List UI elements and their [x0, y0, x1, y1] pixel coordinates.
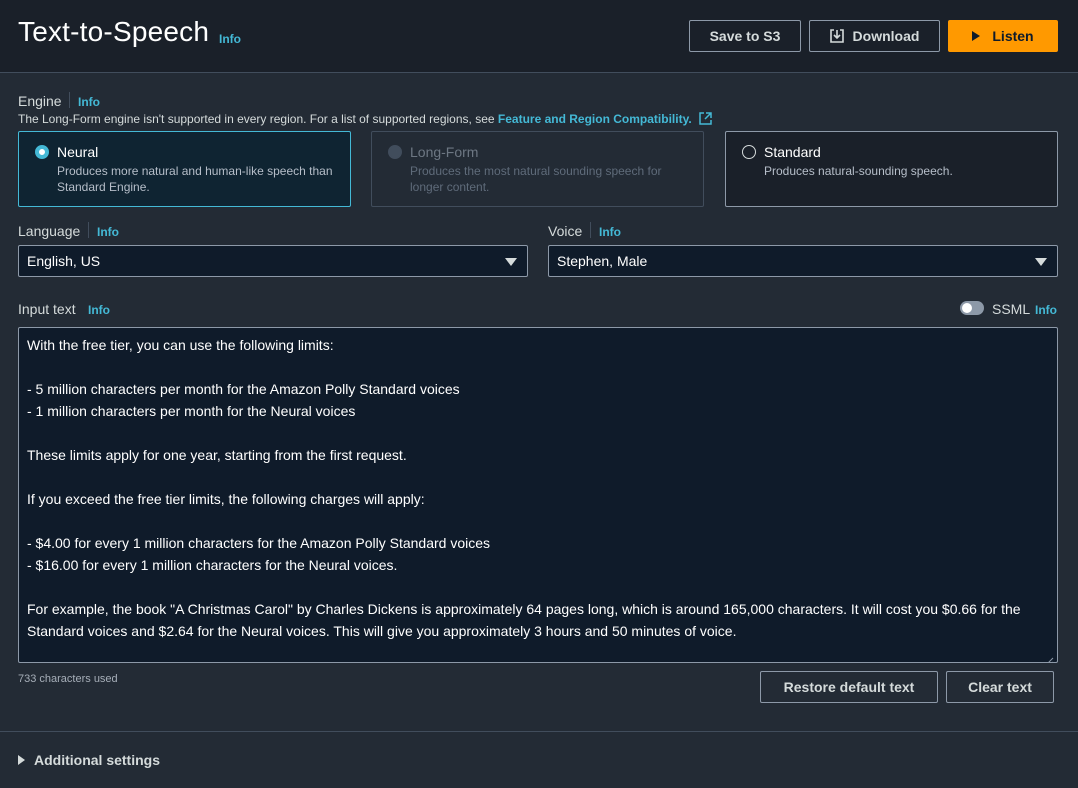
input-text-line: [27, 510, 1049, 532]
engine-option-title: Long-Form: [410, 144, 479, 160]
caret-down-icon: [505, 258, 517, 266]
save-to-s3-button[interactable]: Save to S3: [689, 20, 801, 52]
engine-option-standard[interactable]: Standard Produces natural-sounding speec…: [725, 131, 1058, 207]
restore-default-text-button[interactable]: Restore default text: [760, 671, 938, 703]
character-count: 733 characters used: [18, 673, 118, 685]
input-text-line: [27, 356, 1049, 378]
radio-long-form: [388, 145, 402, 159]
region-compatibility-link[interactable]: Feature and Region Compatibility.: [498, 112, 692, 126]
download-button[interactable]: Download: [809, 20, 940, 52]
input-text-line: [27, 422, 1049, 444]
ssml-label: SSML: [992, 301, 1031, 317]
download-label: Download: [852, 28, 920, 44]
input-text-line: [27, 576, 1049, 598]
additional-settings-label: Additional settings: [34, 752, 160, 768]
radio-neural[interactable]: [35, 145, 49, 159]
radio-standard[interactable]: [742, 145, 756, 159]
ssml-toggle[interactable]: [960, 301, 984, 315]
engine-option-neural[interactable]: Neural Produces more natural and human-l…: [18, 131, 351, 207]
engine-option-description: Produces more natural and human-like spe…: [57, 164, 333, 194]
input-text-line: - $16.00 for every 1 million characters …: [27, 557, 398, 573]
caret-down-icon: [1035, 258, 1047, 266]
page-title: Text-to-Speech: [18, 16, 210, 47]
engine-description-text: The Long-Form engine isn't supported in …: [18, 112, 495, 126]
page-header: Text-to-Speech Info Save to S3 Download …: [0, 0, 1078, 73]
input-text-line: For example, the book "A Christmas Carol…: [27, 601, 1025, 639]
clear-text-button[interactable]: Clear text: [946, 671, 1054, 703]
engine-info-link[interactable]: Info: [78, 95, 100, 109]
input-text-line: - 5 million characters per month for the…: [27, 381, 460, 397]
listen-label: Listen: [992, 28, 1034, 44]
input-text-line: [27, 466, 1049, 488]
tts-page: Text-to-Speech Info Save to S3 Download …: [0, 0, 1078, 788]
engine-option-description: Produces the most natural sounding speec…: [410, 164, 662, 194]
voice-select[interactable]: Stephen, Male: [548, 245, 1058, 277]
voice-info-link[interactable]: Info: [599, 225, 621, 239]
input-text-line: If you exceed the free tier limits, the …: [27, 491, 425, 507]
engine-option-description: Produces natural-sounding speech.: [764, 164, 953, 178]
language-label: Language: [18, 223, 81, 239]
section-divider: [0, 731, 1078, 732]
input-text-label: Input text: [18, 301, 76, 317]
language-label-divider: [88, 222, 89, 238]
ssml-toggle-knob: [962, 303, 972, 313]
language-value: English, US: [27, 253, 101, 269]
engine-option-title: Standard: [764, 144, 821, 160]
input-text-line: - 1 million characters per month for the…: [27, 403, 356, 419]
input-text-area[interactable]: With the free tier, you can use the foll…: [18, 327, 1058, 663]
title-info-link[interactable]: Info: [219, 32, 241, 46]
external-link-icon[interactable]: [699, 112, 712, 128]
restore-label: Restore default text: [783, 679, 915, 695]
voice-label-divider: [590, 222, 591, 238]
engine-label: Engine: [18, 93, 62, 109]
input-text-info-link[interactable]: Info: [88, 303, 110, 317]
engine-label-divider: [69, 92, 70, 108]
input-text-line: These limits apply for one year, startin…: [27, 447, 407, 463]
play-icon: [972, 31, 981, 41]
engine-description: The Long-Form engine isn't supported in …: [18, 112, 712, 128]
additional-settings-toggle[interactable]: Additional settings: [18, 752, 160, 768]
clear-label: Clear text: [968, 679, 1032, 695]
ssml-info-link[interactable]: Info: [1035, 303, 1057, 317]
input-text-line: - $4.00 for every 1 million characters f…: [27, 535, 490, 551]
voice-label: Voice: [548, 223, 583, 239]
save-to-s3-label: Save to S3: [709, 28, 781, 44]
expand-caret-icon: [18, 755, 25, 765]
download-icon: [829, 29, 844, 43]
language-select[interactable]: English, US: [18, 245, 528, 277]
resize-grip-icon[interactable]: [1045, 650, 1054, 662]
input-text-line: With the free tier, you can use the foll…: [27, 337, 334, 353]
voice-value: Stephen, Male: [557, 253, 648, 269]
language-info-link[interactable]: Info: [97, 225, 119, 239]
engine-option-long-form: Long-Form Produces the most natural soun…: [371, 131, 704, 207]
engine-option-title: Neural: [57, 144, 99, 160]
listen-button[interactable]: Listen: [948, 20, 1058, 52]
